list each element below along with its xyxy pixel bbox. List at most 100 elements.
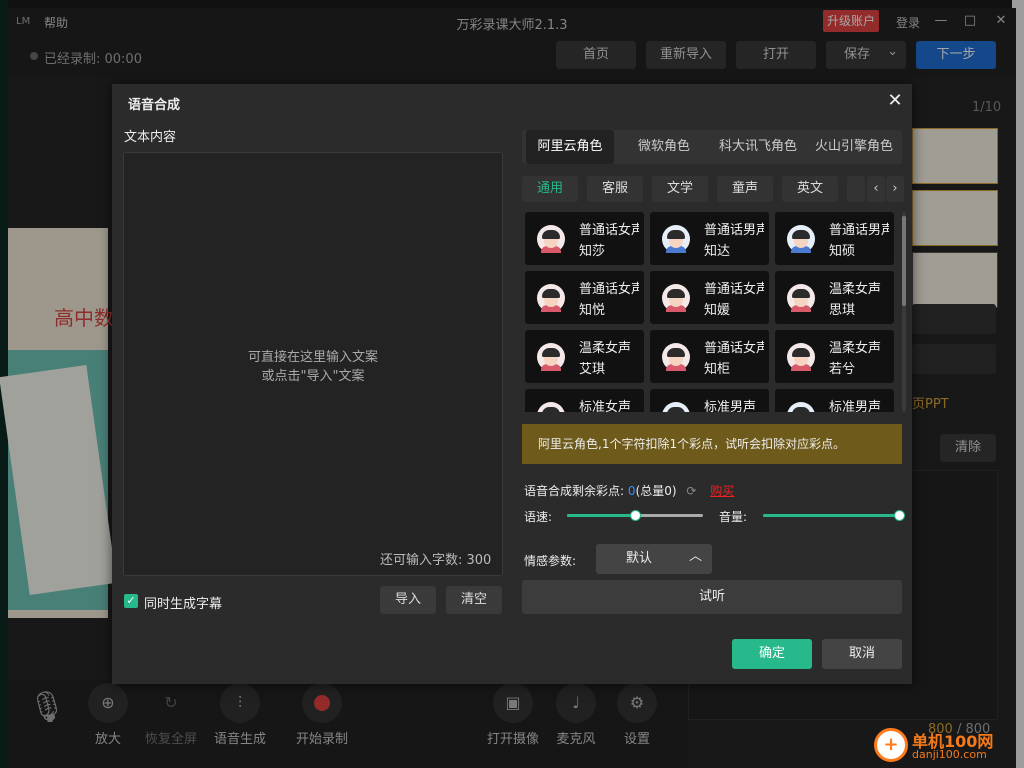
category-english[interactable]: 英文 — [782, 176, 838, 202]
voice-type: 普通话女声 — [704, 341, 764, 356]
placeholder-line2: 或点击"导入"文案 — [261, 369, 365, 384]
voice-avatar-icon — [662, 343, 690, 371]
billing-notice: 阿里云角色,1个字符扣除1个彩点，试听会扣除对应彩点。 — [522, 424, 902, 464]
category-customer-service[interactable]: 客服 — [587, 176, 643, 202]
text-placeholder: 可直接在这里输入文案 或点击"导入"文案 — [123, 348, 503, 386]
voice-card[interactable]: 标准男声 — [775, 389, 894, 412]
voice-type: 标准男声 — [704, 400, 757, 412]
voice-avatar-icon — [537, 343, 565, 371]
voice-name: 普通话女声 知莎 — [579, 220, 639, 262]
voice-avatar-icon — [787, 402, 815, 412]
speed-label: 语速: — [524, 510, 553, 524]
emotion-select[interactable]: 默认 ︿ — [596, 544, 712, 574]
voice-card[interactable]: 普通话女声 知悦 — [525, 271, 644, 324]
chevron-up-icon: ︿ — [688, 549, 702, 564]
voice-name: 标准女声 — [579, 397, 639, 412]
voice-type: 普通话女声 — [579, 282, 639, 297]
voice-id: 知莎 — [579, 244, 606, 259]
voice-type: 普通话女声 — [579, 223, 639, 238]
voice-id: 知达 — [704, 244, 731, 259]
voice-type: 温柔女声 — [829, 341, 882, 356]
tab-microsoft-role[interactable]: 微软角色 — [620, 130, 708, 164]
voice-name: 普通话女声 知悦 — [579, 279, 639, 321]
chevron-right-icon[interactable]: › — [886, 176, 904, 202]
remaining-points-value: 0 — [627, 484, 636, 498]
emotion-value: 默认 — [626, 551, 653, 566]
subtitle-checkbox[interactable]: ✓ — [124, 594, 138, 608]
voice-card[interactable]: 普通话男声 知硕 — [775, 212, 894, 265]
voice-id: 知柜 — [704, 362, 731, 377]
voice-id: 知硕 — [829, 244, 856, 259]
preview-listen-button[interactable]: 试听 — [522, 580, 902, 614]
voice-id: 若兮 — [829, 362, 856, 377]
voice-avatar-icon — [662, 284, 690, 312]
voice-card[interactable]: 普通话女声 知柜 — [650, 330, 769, 383]
voice-card[interactable]: 温柔女声 若兮 — [775, 330, 894, 383]
voice-avatar-icon — [787, 343, 815, 371]
remaining-points: 语音合成剩余彩点: 0(总量0) ⟳ 购买 — [524, 482, 734, 499]
tts-dialog: 语音合成 ✕ 文本内容 可直接在这里输入文案 或点击"导入"文案 还可输入字数:… — [112, 84, 912, 684]
voice-id: 知媛 — [704, 303, 731, 318]
voice-name: 温柔女声 艾琪 — [579, 338, 639, 380]
speed-slider-fill — [567, 514, 635, 517]
voice-card[interactable]: 普通话男声 知达 — [650, 212, 769, 265]
subtitle-checkbox-label[interactable]: 同时生成字幕 — [144, 593, 222, 612]
voice-avatar-icon — [787, 225, 815, 253]
voice-card[interactable]: 温柔女声 艾琪 — [525, 330, 644, 383]
voice-card[interactable]: 温柔女声 思琪 — [775, 271, 894, 324]
volume-slider-knob[interactable] — [894, 510, 905, 521]
voice-type: 普通话女声 — [704, 282, 764, 297]
category-more[interactable] — [847, 176, 865, 202]
voice-avatar-icon — [662, 402, 690, 412]
close-dialog-icon[interactable]: ✕ — [884, 90, 906, 112]
voice-card[interactable]: 标准男声 — [650, 389, 769, 412]
voice-id: 艾琪 — [579, 362, 606, 377]
volume-slider-fill — [763, 514, 899, 517]
text-content-label: 文本内容 — [124, 130, 177, 145]
clear-text-button[interactable]: 清空 — [446, 586, 502, 614]
tab-iflytek-role[interactable]: 科大讯飞角色 — [712, 130, 804, 164]
volume-label: 音量: — [719, 510, 748, 524]
cancel-button[interactable]: 取消 — [822, 639, 902, 669]
voice-avatar-icon — [787, 284, 815, 312]
voice-scrollbar-thumb[interactable] — [902, 216, 906, 306]
voice-avatar-icon — [537, 225, 565, 253]
category-literature[interactable]: 文学 — [652, 176, 708, 202]
voice-type: 标准女声 — [579, 400, 632, 412]
import-button[interactable]: 导入 — [380, 586, 436, 614]
buy-link[interactable]: 购买 — [710, 484, 734, 498]
placeholder-line1: 可直接在这里输入文案 — [247, 350, 378, 365]
voice-avatar-icon — [662, 225, 690, 253]
voice-grid: 普通话女声 知莎 普通话男声 知达 普通话男声 知硕 普通话女声 知悦 普通话女声 知媛 温柔女声思… — [525, 212, 899, 412]
category-general[interactable]: 通用 — [522, 176, 578, 202]
emotion-label: 情感参数: — [524, 554, 577, 568]
voice-type: 温柔女声 — [829, 282, 882, 297]
voice-name: 普通话女声 知媛 — [704, 279, 764, 321]
chevron-left-icon[interactable]: ‹ — [867, 176, 885, 202]
watermark-logo-icon: + — [874, 728, 908, 762]
voice-type: 标准男声 — [829, 400, 882, 412]
tab-aliyun-role[interactable]: 阿里云角色 — [526, 130, 614, 164]
voice-card[interactable]: 普通话女声 知媛 — [650, 271, 769, 324]
dialog-title: 语音合成 — [128, 98, 181, 113]
voice-name: 普通话男声 知达 — [704, 220, 764, 262]
voice-avatar-icon — [537, 402, 565, 412]
voice-name: 温柔女声 思琪 — [829, 279, 889, 321]
voice-id: 思琪 — [829, 303, 856, 318]
category-children[interactable]: 童声 — [717, 176, 773, 202]
voice-card[interactable]: 普通话女声 知莎 — [525, 212, 644, 265]
voice-type: 温柔女声 — [579, 341, 632, 356]
voice-name: 普通话男声 知硕 — [829, 220, 889, 262]
remaining-chars: 还可输入字数: 300 — [380, 553, 492, 568]
speed-slider-knob[interactable] — [630, 510, 641, 521]
voice-name: 标准男声 — [704, 397, 764, 412]
voice-type: 普通话男声 — [829, 223, 889, 238]
voice-name: 温柔女声 若兮 — [829, 338, 889, 380]
voice-type: 普通话男声 — [704, 223, 764, 238]
refresh-icon[interactable]: ⟳ — [686, 484, 696, 498]
voice-card[interactable]: 标准女声 — [525, 389, 644, 412]
tab-volcano-role[interactable]: 火山引擎角色 — [808, 130, 900, 164]
confirm-button[interactable]: 确定 — [732, 639, 812, 669]
voice-name: 普通话女声 知柜 — [704, 338, 764, 380]
remaining-points-label: 语音合成剩余彩点: — [524, 484, 625, 498]
